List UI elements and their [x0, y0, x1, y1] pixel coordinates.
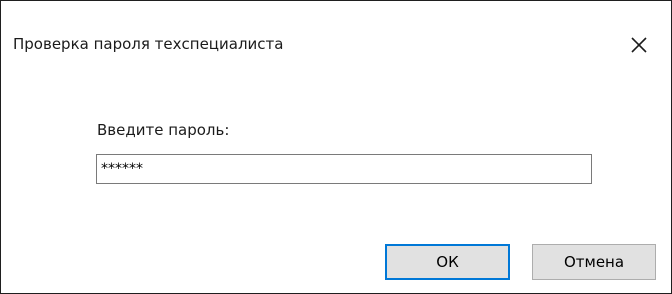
password-input[interactable] — [96, 154, 592, 184]
close-button[interactable] — [619, 25, 659, 65]
dialog-body: Введите пароль: ОК Отмена — [1, 89, 671, 293]
ok-button[interactable]: ОК — [385, 244, 510, 280]
close-icon — [631, 37, 647, 53]
password-prompt-label: Введите пароль: — [97, 121, 230, 139]
window-title: Проверка пароля техспециалиста — [13, 35, 284, 53]
title-bar: Проверка пароля техспециалиста — [1, 1, 671, 89]
password-dialog: Проверка пароля техспециалиста Введите п… — [0, 0, 672, 294]
cancel-button[interactable]: Отмена — [532, 244, 656, 280]
